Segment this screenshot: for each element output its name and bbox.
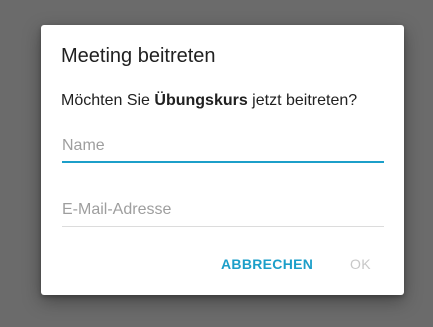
message-suffix: jetzt beitreten?: [247, 92, 358, 109]
email-field-underline: [62, 226, 384, 227]
name-input[interactable]: [62, 133, 384, 159]
message-prefix: Möchten Sie: [61, 92, 155, 109]
email-field: [62, 197, 384, 227]
course-name: Übungskurs: [154, 92, 248, 109]
name-field-underline-focused: [62, 161, 384, 163]
dialog-title: Meeting beitreten: [61, 45, 216, 67]
cancel-button[interactable]: ABBRECHEN: [221, 255, 313, 273]
name-field: [62, 133, 384, 163]
ok-button-disabled[interactable]: OK: [350, 255, 371, 273]
email-input[interactable]: [62, 197, 384, 223]
dialog-message: Möchten Sie Übungskurs jetzt beitreten?: [61, 91, 357, 111]
join-meeting-dialog: Meeting beitreten Möchten Sie Übungskurs…: [41, 25, 404, 295]
